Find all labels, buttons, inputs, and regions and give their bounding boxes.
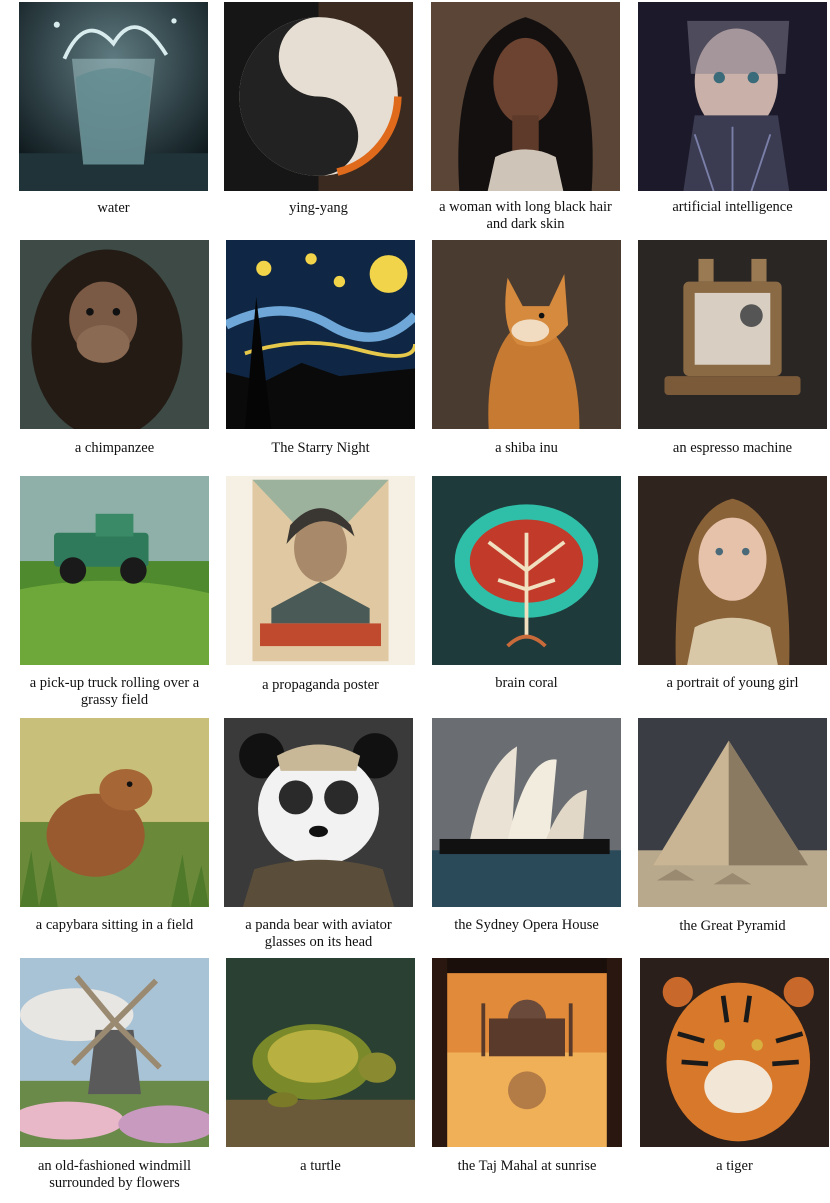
caption: the Taj Mahal at sunrise	[457, 1158, 597, 1174]
starry-night-image	[226, 240, 415, 429]
propaganda-poster-image	[226, 476, 415, 665]
caption: ying-yang	[289, 200, 348, 216]
caption: a panda bear with aviator glasses on its…	[245, 917, 392, 950]
espresso-machine-image	[638, 240, 827, 429]
shiba-inu-image	[432, 240, 621, 429]
caption: a chimpanzee	[74, 440, 155, 456]
turtle-image	[226, 958, 415, 1147]
water-image	[19, 2, 208, 191]
woman-portrait-image	[431, 2, 620, 191]
caption: a turtle	[300, 1158, 341, 1174]
caption: water	[97, 200, 130, 216]
windmill-image	[20, 958, 209, 1147]
caption: a shiba inu	[495, 440, 558, 456]
caption: artificial intelligence	[672, 199, 793, 215]
brain-coral-image	[432, 476, 621, 665]
pickup-truck-image	[20, 476, 209, 665]
panda-aviator-image	[224, 718, 413, 907]
taj-mahal-image	[432, 958, 622, 1147]
cyborg-image	[638, 2, 827, 191]
capybara-image	[20, 718, 209, 907]
chimpanzee-image	[20, 240, 209, 429]
caption: a woman with long black hair and dark sk…	[439, 199, 612, 232]
caption: a pick-up truck rolling over a grassy fi…	[29, 675, 200, 708]
caption: an old-fashioned windmill surrounded by …	[37, 1158, 192, 1191]
caption: The Starry Night	[271, 440, 370, 456]
caption: an espresso machine	[672, 440, 793, 456]
caption: the Sydney Opera House	[454, 917, 599, 933]
caption: a capybara sitting in a field	[35, 917, 194, 933]
caption: brain coral	[495, 675, 558, 691]
girl-portrait-image	[638, 476, 827, 665]
caption: a portrait of young girl	[666, 675, 799, 691]
sydney-opera-house-image	[432, 718, 621, 907]
caption: a tiger	[716, 1158, 753, 1174]
great-pyramid-image	[638, 718, 827, 907]
tiger-image	[640, 958, 829, 1147]
caption: the Great Pyramid	[679, 918, 786, 934]
caption: a propaganda poster	[262, 677, 379, 693]
yin-yang-image	[224, 2, 413, 191]
